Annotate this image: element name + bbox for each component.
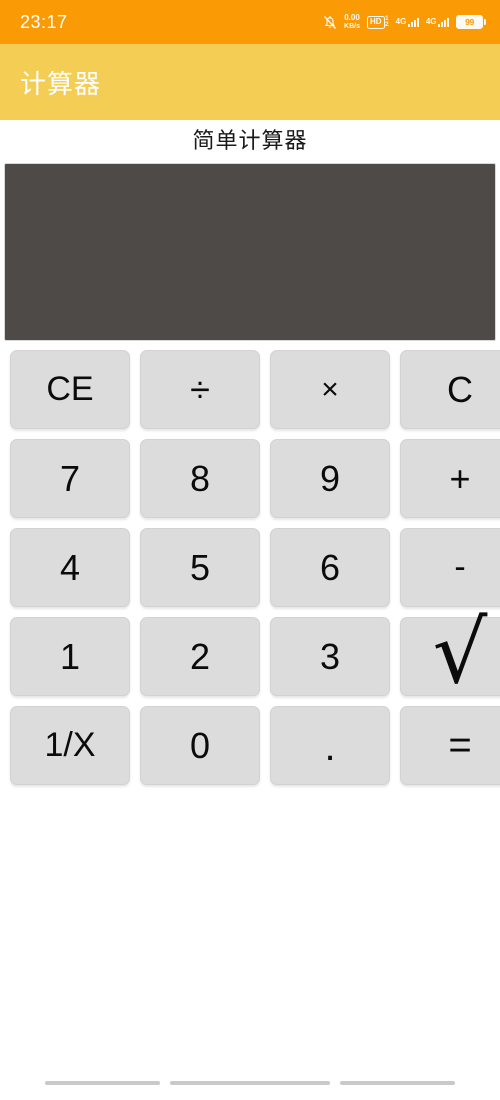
key-square-root[interactable]: √	[400, 610, 500, 696]
key-digit-0[interactable]: 0	[140, 706, 260, 785]
keypad-row: 1 2 3 √	[0, 610, 500, 706]
sim1-signal-bars	[407, 17, 419, 27]
app-title: 计算器	[20, 68, 102, 99]
nav-pill-recents[interactable]	[340, 1081, 455, 1085]
page-title: 简单计算器	[192, 128, 308, 153]
sim2-signal-bars	[438, 17, 449, 27]
key-digit-5[interactable]: 5	[140, 528, 260, 607]
keypad-row: 7 8 9 +	[0, 439, 500, 528]
hd-voice-icon: HD 1 2	[366, 15, 389, 29]
app-bar: 计算器	[0, 44, 500, 120]
battery-cap	[484, 19, 486, 25]
calculator-keypad: CE ÷ × C 7 8 9 +4 5 6-1 2 3 √ 1/X 0. =	[0, 341, 500, 795]
key-digit-6[interactable]: 6	[270, 528, 390, 607]
network-speed-unit: KB/s	[344, 23, 360, 30]
key-digit-3[interactable]: 3	[270, 617, 390, 696]
key-clear-entry[interactable]: CE	[10, 350, 130, 429]
signal-4g-sim2-icon: 4G	[425, 16, 449, 27]
keypad-row: 1/X 0. =	[0, 706, 500, 795]
calculator-display[interactable]	[4, 163, 496, 341]
hd-sup-bottom: 2	[385, 21, 389, 28]
main-content: 简单计算器 CE ÷ × C 7 8 9 +4 5 6-1 2 3 √ 1/X 0. =	[0, 120, 500, 795]
network-speed-icon: 0.00 KB/s	[344, 13, 360, 31]
key-digit-2[interactable]: 2	[140, 617, 260, 696]
sim1-network-label: 4G	[395, 16, 407, 26]
system-navigation-bar	[0, 1066, 500, 1100]
nav-pill-back[interactable]	[45, 1081, 160, 1085]
battery-body: 99	[456, 15, 483, 29]
key-digit-8[interactable]: 8	[140, 439, 260, 518]
key-add[interactable]: +	[400, 439, 500, 518]
key-digit-4[interactable]: 4	[10, 528, 130, 607]
network-speed-value: 0.00	[344, 13, 360, 22]
key-reciprocal[interactable]: 1/X	[10, 706, 130, 785]
bell-mute-icon	[323, 15, 337, 30]
nav-pill-home[interactable]	[170, 1081, 330, 1085]
key-digit-9[interactable]: 9	[270, 439, 390, 518]
hd-label: HD	[366, 15, 385, 29]
key-equals[interactable]: =	[400, 706, 500, 785]
battery-icon: 99	[456, 15, 486, 29]
key-subtract[interactable]: -	[400, 528, 500, 607]
keypad-row: CE ÷ × C	[0, 350, 500, 439]
hd-sim-indicator: 1 2	[385, 15, 389, 29]
keypad-row: 456-	[0, 528, 500, 617]
key-divide[interactable]: ÷	[140, 350, 260, 429]
key-multiply[interactable]: ×	[270, 350, 390, 429]
key-decimal-point[interactable]: .	[270, 706, 390, 785]
signal-4g-sim1-icon: 4G	[395, 16, 419, 27]
status-clock: 23:17	[20, 11, 68, 32]
key-digit-7[interactable]: 7	[10, 439, 130, 518]
status-icon-group: 0.00 KB/s HD 1 2 4G 4G 99	[323, 14, 486, 30]
key-digit-1[interactable]: 1	[10, 617, 130, 696]
battery-level: 99	[457, 16, 482, 28]
key-clear[interactable]: C	[400, 350, 500, 429]
sim2-network-label: 4G	[425, 16, 437, 26]
status-bar: 23:17 0.00 KB/s HD 1 2 4G 4G 99	[0, 0, 500, 44]
